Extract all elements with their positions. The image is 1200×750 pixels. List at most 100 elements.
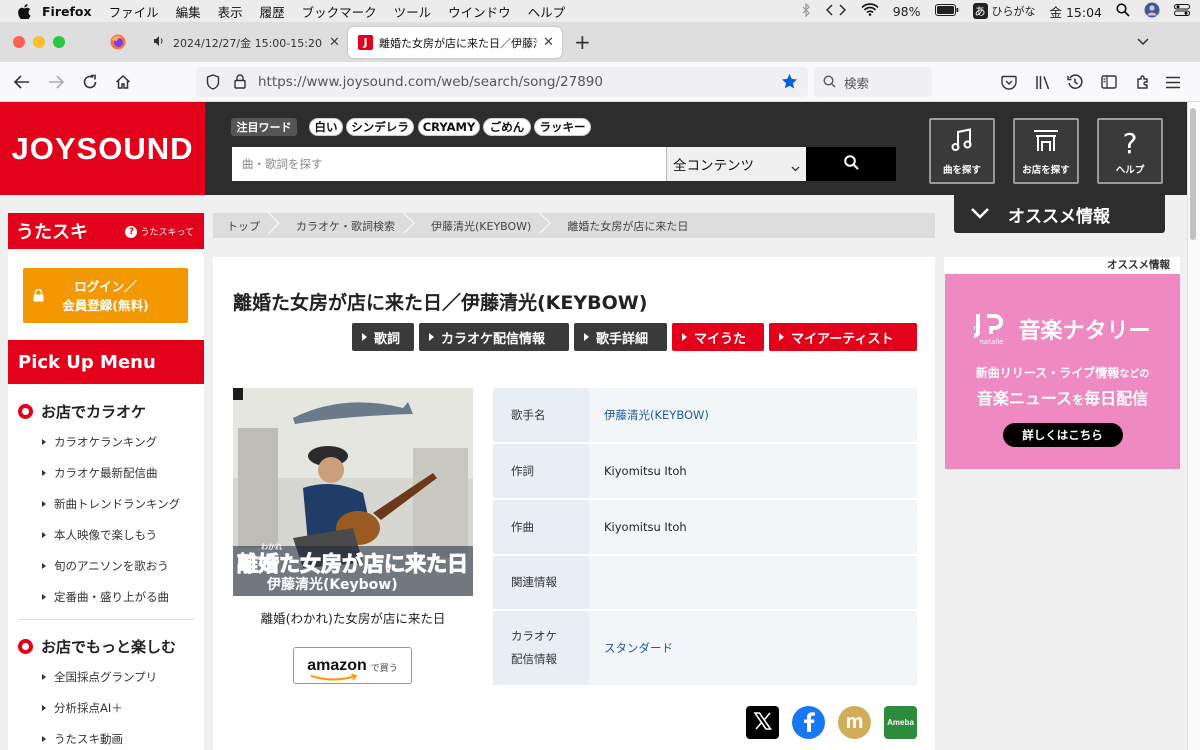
spotlight-icon[interactable] <box>1116 2 1130 20</box>
menu-help[interactable]: ヘルプ <box>528 2 566 21</box>
clock[interactable]: 金 15:04 <box>1050 2 1103 21</box>
menu-file[interactable]: ファイル <box>109 2 159 21</box>
zoom-window-button[interactable] <box>53 36 65 48</box>
ad-cta-button[interactable]: 詳しくはこちら <box>1002 423 1123 447</box>
keyword-chip[interactable]: ごめん <box>483 118 531 136</box>
breadcrumb-item[interactable]: カラオケ・歌詞検索 <box>282 213 417 238</box>
apple-icon[interactable] <box>16 3 32 19</box>
menu-window[interactable]: ウインドウ <box>448 2 511 21</box>
section-title: お店でカラオケ <box>41 403 147 421</box>
my-artist-button[interactable]: マイアーティスト <box>769 323 917 351</box>
my-song-button[interactable]: マイうた <box>672 323 764 351</box>
url-bar[interactable]: https://www.joysound.com/web/search/song… <box>196 67 808 97</box>
code-brackets-icon[interactable] <box>825 4 847 19</box>
content-type-select[interactable]: 全コンテンツ <box>666 147 806 181</box>
menubar-status: 98% あ ひらがな 金 15:04 <box>802 0 1190 22</box>
browser-search-box[interactable]: 検索 <box>814 67 932 97</box>
utasuki-help-link[interactable]: ? うたスキって <box>125 225 194 238</box>
delivery-standard-link[interactable]: スタンダード <box>589 611 917 685</box>
find-stores-button[interactable]: お店を探す <box>1013 118 1079 184</box>
minimize-window-button[interactable] <box>33 36 45 48</box>
find-songs-button[interactable]: 曲を探す <box>929 118 995 184</box>
bluetooth-icon[interactable] <box>802 2 811 20</box>
reload-icon[interactable] <box>79 71 101 93</box>
share-facebook-button[interactable] <box>792 706 825 739</box>
sidebar-item-scoring-grandprix[interactable]: 全国採点グランプリ <box>42 669 157 685</box>
sidebar-item-anisong[interactable]: 旬のアニソンを歌おう <box>42 558 169 574</box>
utasuki-title: うたスキ <box>16 222 88 243</box>
menu-tools[interactable]: ツール <box>394 2 432 21</box>
login-register-button[interactable]: ログイン／ 会員登録(無料) <box>23 268 188 323</box>
speaker-icon[interactable] <box>153 35 165 50</box>
pocket-icon[interactable] <box>998 71 1020 93</box>
site-logo[interactable]: JOYSOUND <box>0 102 205 195</box>
tab-close-icon[interactable]: ✕ <box>329 35 340 50</box>
menu-edit[interactable]: 編集 <box>176 2 201 21</box>
sidebar-item-standard-songs[interactable]: 定番曲・盛り上がる曲 <box>42 589 169 605</box>
sidebar-icon[interactable] <box>1098 71 1120 93</box>
utasuki-banner[interactable]: うたスキ ? うたスキって <box>8 213 204 249</box>
info-key: 歌手名 <box>493 388 589 442</box>
back-icon[interactable] <box>11 71 33 93</box>
breadcrumb-item[interactable]: 伊藤清光(KEYBOW) <box>417 213 553 238</box>
sidebar-item-label: 本人映像で楽しもう <box>54 528 158 542</box>
sidebar-item-artist-video[interactable]: 本人映像で楽しもう <box>42 527 157 543</box>
control-center-icon[interactable] <box>1174 3 1190 19</box>
share-ameba-button[interactable]: Ameba <box>884 706 917 739</box>
pickup-menu-heading: Pick Up Menu <box>8 340 204 384</box>
new-tab-button[interactable]: + <box>574 30 591 54</box>
close-window-button[interactable] <box>13 36 25 48</box>
sidebar-item-ai-scoring[interactable]: 分析採点AI＋ <box>42 700 123 716</box>
artist-link[interactable]: 伊藤清光(KEYBOW) <box>589 388 917 442</box>
battery-icon[interactable] <box>934 3 959 19</box>
bookmark-star-icon[interactable] <box>781 73 798 94</box>
sidebar-item-label: 旬のアニソンを歌おう <box>54 559 169 573</box>
search-button[interactable] <box>806 147 896 181</box>
wifi-icon[interactable] <box>861 3 879 19</box>
sidebar-item-latest-songs[interactable]: カラオケ最新配信曲 <box>42 465 158 481</box>
scrollbar-thumb[interactable] <box>1190 108 1196 240</box>
artist-detail-button[interactable]: 歌手詳細 <box>574 323 667 351</box>
history-icon[interactable] <box>1064 71 1086 93</box>
home-icon[interactable] <box>112 71 134 93</box>
menu-view[interactable]: 表示 <box>218 2 243 21</box>
user-avatar-icon[interactable] <box>1144 2 1160 21</box>
lyrics-button[interactable]: 歌詞 <box>352 323 414 351</box>
natalie-ad-banner[interactable]: natalie 音楽ナタリー 新曲リリース・ライブ情報などの 音楽ニュースを毎日… <box>945 274 1180 469</box>
input-source-icon[interactable]: あ <box>972 3 988 19</box>
tab-radio[interactable]: 2024/12/27/金 15:00-15:20 | 中川 ✕ <box>145 27 343 58</box>
help-button[interactable]: ? ヘルプ <box>1097 118 1163 184</box>
url-text[interactable]: https://www.joysound.com/web/search/song… <box>258 74 603 90</box>
sidebar-item-utasuki-video[interactable]: うたスキ動画 <box>42 731 123 747</box>
menu-bookmarks[interactable]: ブックマーク <box>302 2 377 21</box>
forward-icon[interactable] <box>45 71 67 93</box>
amazon-buy-button[interactable]: amazon で買う <box>293 647 412 684</box>
keyword-chip[interactable]: シンデレラ <box>346 118 414 136</box>
menu-history[interactable]: 履歴 <box>260 2 285 21</box>
extensions-icon[interactable] <box>1132 71 1154 93</box>
keyword-chip[interactable]: 白い <box>309 118 343 136</box>
sidebar-item-trend-ranking[interactable]: 新曲トレンドランキング <box>42 496 180 512</box>
section-title: お店でもっと楽しむ <box>41 638 177 656</box>
library-icon[interactable] <box>1032 71 1054 93</box>
menu-app[interactable]: Firefox <box>42 4 92 19</box>
keyword-chip[interactable]: CRYAMY <box>418 118 480 136</box>
share-x-button[interactable] <box>746 706 779 739</box>
ad-line2: 音楽ニュースを毎日配信 <box>977 385 1148 409</box>
karaoke-delivery-button[interactable]: カラオケ配信情報 <box>419 323 569 351</box>
search-input-placeholder: 曲・歌詞を探す <box>242 157 323 171</box>
breadcrumb-item[interactable]: トップ <box>213 213 282 238</box>
sidebar-item-karaoke-ranking[interactable]: カラオケランキング <box>42 434 157 450</box>
firefox-tab-icon[interactable] <box>110 34 126 53</box>
menu-hamburger-icon[interactable] <box>1162 71 1184 93</box>
tab-close-icon[interactable]: ✕ <box>543 35 554 50</box>
share-mixi-button[interactable]: m <box>838 706 871 739</box>
keyword-chip[interactable]: ラッキー <box>534 118 591 136</box>
list-tabs-icon[interactable] <box>1137 35 1149 49</box>
recommend-tab[interactable]: オススメ情報 <box>954 195 1165 233</box>
song-search-input[interactable]: 曲・歌詞を探す <box>232 147 666 181</box>
ad-text: を <box>1072 393 1085 407</box>
tab-active[interactable]: J 離婚た女房が店に来た日／伊藤清光 ✕ <box>348 27 562 58</box>
lock-icon[interactable] <box>234 74 246 93</box>
shield-icon[interactable] <box>206 74 220 94</box>
